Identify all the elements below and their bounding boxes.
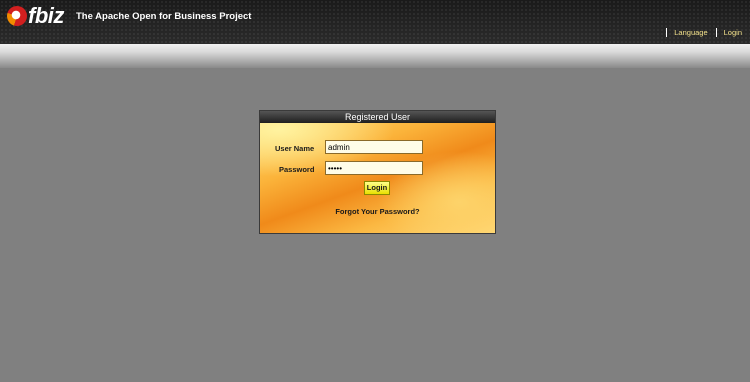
header: fbiz The Apache Open for Business Projec… bbox=[0, 0, 750, 44]
login-button[interactable]: Login bbox=[364, 181, 390, 195]
login-link[interactable]: Login bbox=[724, 28, 742, 37]
language-link[interactable]: Language bbox=[674, 28, 707, 37]
login-box-title: Registered User bbox=[260, 111, 495, 123]
ofbiz-logo-icon bbox=[7, 6, 27, 26]
tagline: The Apache Open for Business Project bbox=[76, 11, 252, 22]
password-label: Password bbox=[279, 165, 315, 174]
username-label: User Name bbox=[275, 144, 315, 153]
username-input[interactable]: admin bbox=[325, 140, 423, 154]
forgot-password-link[interactable]: Forgot Your Password? bbox=[260, 207, 495, 216]
nav-separator bbox=[666, 28, 668, 37]
header-shadow-band bbox=[0, 44, 750, 68]
login-box: Registered User User Name admin Password… bbox=[259, 110, 496, 234]
header-nav: Language Login bbox=[658, 28, 742, 37]
ofbiz-logo[interactable]: fbiz bbox=[7, 3, 64, 28]
logo-text: fbiz bbox=[28, 3, 64, 28]
nav-separator bbox=[715, 28, 717, 37]
password-input[interactable]: ••••• bbox=[325, 161, 423, 175]
